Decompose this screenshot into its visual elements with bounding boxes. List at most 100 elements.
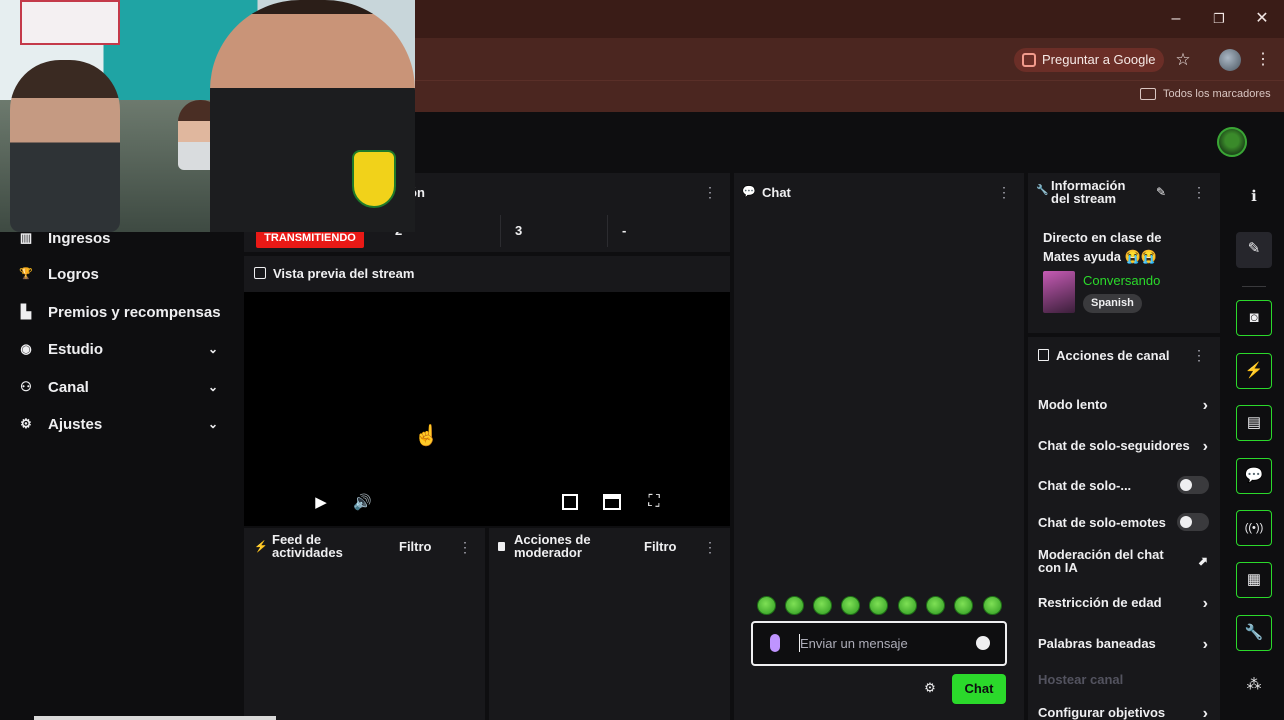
info-icon[interactable]: ℹ [1236, 180, 1272, 216]
sidebar-item-canal[interactable]: ⚇ Canal ⌄ [0, 369, 240, 405]
ask-google-label: Preguntar a Google [1042, 52, 1156, 67]
stream-preview-title: Vista previa del stream [273, 266, 415, 281]
stream-info-title: Información del stream [1051, 178, 1126, 206]
chevron-down-icon[interactable]: ⌄ [205, 341, 221, 357]
chevron-right-icon: › [1202, 595, 1208, 612]
user-avatar[interactable] [1217, 127, 1247, 157]
chat-bubble-icon[interactable]: 💬 [1236, 458, 1272, 494]
chat-settings-gear-icon[interactable]: ⚙ [922, 680, 938, 696]
emote-icon[interactable] [757, 596, 776, 615]
emote-icon[interactable] [898, 596, 917, 615]
theater-mode-icon[interactable] [603, 494, 621, 510]
income-icon: ▥ [19, 230, 33, 245]
rail-divider [1242, 286, 1266, 287]
language-tag[interactable]: Spanish [1083, 294, 1142, 313]
channel-actions-icon[interactable]: ▦ [1236, 562, 1272, 598]
fullscreen-icon[interactable]: ⛶ [645, 493, 663, 511]
emoji-picker-icon[interactable] [976, 636, 990, 650]
action-banned-words[interactable]: Palabras baneadas › [1038, 636, 1214, 654]
chat-send-button[interactable]: Chat [952, 674, 1006, 704]
studio-icon: ◉ [20, 341, 32, 356]
sidebar-item-premios[interactable]: ▙ Premios y recompensas [0, 294, 240, 330]
edit-pencil-icon[interactable]: ✎ [1236, 232, 1272, 268]
channel-icon: ⚇ [20, 379, 32, 394]
preview-icon [254, 267, 266, 279]
action-followers-only-chat[interactable]: Chat de solo-seguidores › [1038, 438, 1214, 456]
sidebar-item-label: Logros [48, 265, 99, 283]
document-icon[interactable]: ▤ [1236, 405, 1272, 441]
action-emote-only-chat[interactable]: Chat de solo-emotes [1038, 515, 1188, 533]
more-options-icon[interactable]: ⋮ [1192, 182, 1206, 202]
emote-only-toggle[interactable] [1177, 513, 1209, 531]
minimize-window-button[interactable]: – [1154, 6, 1198, 32]
action-age-restriction[interactable]: Restricción de edad › [1038, 595, 1214, 613]
chevron-down-icon[interactable]: ⌄ [205, 379, 221, 395]
action-host-channel[interactable]: Hostear canal [1038, 672, 1214, 690]
sidebar-item-estudio[interactable]: ◉ Estudio ⌄ [0, 331, 240, 367]
sidebar-item-label: Premios y recompensas [48, 303, 221, 321]
chart-icon: ⬈ [1197, 554, 1208, 568]
channel-actions-icon [1038, 349, 1049, 361]
sidebar-item-logros[interactable]: 🏆 Logros [0, 256, 240, 292]
moderator-actions-title: Acciones de moderador [514, 532, 591, 560]
stat-value: - [607, 215, 730, 247]
action-slow-mode[interactable]: Modo lento › [1038, 397, 1214, 415]
picture-in-picture-icon[interactable] [562, 494, 578, 510]
emote-icon[interactable] [926, 596, 945, 615]
stat-value: 3 [500, 215, 607, 247]
moderator-filter-button[interactable]: Filtro [644, 539, 677, 554]
sidebar-item-ajustes[interactable]: ⚙ Ajustes ⌄ [0, 406, 240, 442]
maximize-window-button[interactable]: ❐ [1197, 6, 1241, 32]
chat-bubble-icon: 💬 [742, 186, 756, 198]
bookmark-star-icon[interactable]: ☆ [1172, 48, 1194, 72]
more-options-icon[interactable]: ⋮ [997, 182, 1011, 202]
moderator-icon [498, 542, 505, 551]
stream-preview-player[interactable] [244, 256, 730, 526]
sidebar-item-label: Ajustes [48, 415, 103, 433]
edit-pencil-icon[interactable]: ✎ [1156, 185, 1166, 199]
emote-icon[interactable] [983, 596, 1002, 615]
preview-icon[interactable]: ◙ [1236, 300, 1272, 336]
horizontal-scrollbar[interactable] [34, 716, 276, 720]
more-options-icon[interactable]: ⋮ [703, 182, 717, 202]
broadcast-icon[interactable]: ((•)) [1236, 510, 1272, 546]
feed-filter-button[interactable]: Filtro [399, 539, 432, 554]
channel-actions-title: Acciones de canal [1056, 348, 1170, 363]
emote-icon[interactable] [954, 596, 973, 615]
wrench-icon[interactable]: 🔧 [1236, 615, 1272, 651]
emote-icon[interactable] [785, 596, 804, 615]
stream-title-text: Directo en clase de Mates ayuda 😭😭 [1043, 230, 1162, 264]
settings-icon: ⚙ [20, 416, 32, 431]
microphone-icon[interactable] [770, 634, 780, 652]
activity-feed-title: Feed de actividades [272, 532, 343, 560]
subs-only-toggle[interactable] [1177, 476, 1209, 494]
emote-icon[interactable] [869, 596, 888, 615]
chevron-down-icon[interactable]: ⌄ [205, 416, 221, 432]
more-options-icon[interactable]: ⋮ [703, 537, 717, 557]
trophy-icon: 🏆 [19, 268, 33, 280]
more-options-icon[interactable]: ⋮ [458, 537, 472, 557]
folder-icon [1140, 88, 1156, 100]
volume-icon[interactable]: 🔊 [353, 494, 372, 512]
moderator-actions-panel: Acciones de moderador Filtro ⋮ [489, 528, 730, 720]
category-box-art[interactable] [1043, 271, 1075, 313]
stream-preview-header: Vista previa del stream [244, 256, 730, 292]
play-icon[interactable]: ▶ [312, 494, 330, 512]
extensions-icon[interactable]: ⁂ [1236, 668, 1272, 704]
emote-icon[interactable] [841, 596, 860, 615]
chevron-right-icon: › [1200, 438, 1208, 456]
action-set-goals[interactable]: Configurar objetivos › [1038, 705, 1214, 720]
browser-profile-avatar[interactable] [1219, 49, 1241, 71]
more-options-icon[interactable]: ⋮ [1192, 345, 1206, 365]
ask-google-button[interactable]: Preguntar a Google [1014, 48, 1164, 72]
sidebar: ▥ Ingresos 🏆 Logros ▙ Premios y recompen… [0, 172, 240, 720]
close-window-button[interactable]: ✕ [1240, 6, 1284, 32]
lightning-icon[interactable]: ⚡ [1236, 353, 1272, 389]
emote-icon[interactable] [813, 596, 832, 615]
sidebar-item-label: Estudio [48, 340, 103, 358]
category-link[interactable]: Conversando [1083, 273, 1160, 288]
channel-actions-panel: Acciones de canal ⋮ Modo lento › Chat de … [1028, 337, 1220, 720]
all-bookmarks-link[interactable]: Todos los marcadores [1163, 86, 1271, 102]
browser-menu-icon[interactable]: ⋮ [1254, 48, 1272, 72]
action-ai-chat-moderation[interactable]: Moderación del chat con IA ⬈ [1038, 548, 1214, 580]
